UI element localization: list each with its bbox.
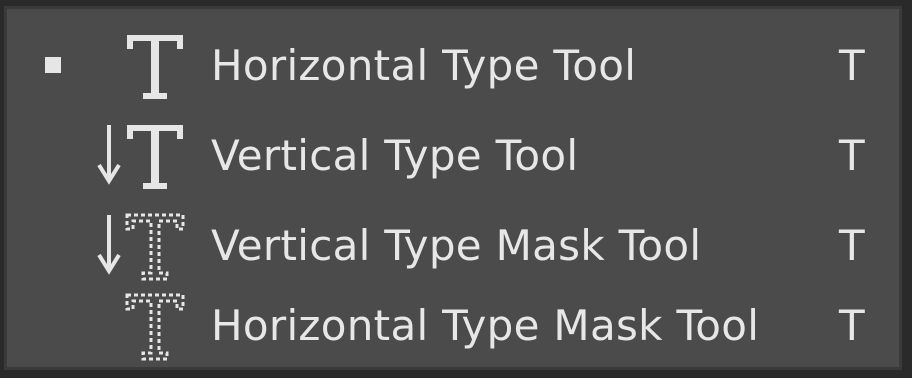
shortcut-key: T	[839, 41, 865, 90]
type-tool-flyout-menu: Horizontal Type Tool T Vertical Type Too…	[4, 6, 902, 370]
menu-item-label: Vertical Type Tool	[211, 131, 579, 180]
horizontal-type-mask-icon	[87, 289, 197, 363]
shortcut-key: T	[839, 301, 865, 350]
vertical-type-icon	[87, 119, 197, 193]
menu-item-label: Vertical Type Mask Tool	[211, 221, 702, 270]
shortcut-key: T	[839, 131, 865, 180]
shortcut-key: T	[839, 221, 865, 270]
menu-item-vertical-type-mask-tool[interactable]: Vertical Type Mask Tool T	[7, 201, 899, 291]
menu-item-label: Horizontal Type Mask Tool	[211, 301, 760, 350]
menu-item-vertical-type-tool[interactable]: Vertical Type Tool T	[7, 111, 899, 201]
menu-item-horizontal-type-mask-tool[interactable]: Horizontal Type Mask Tool T	[7, 281, 899, 371]
menu-item-label: Horizontal Type Tool	[211, 41, 637, 90]
vertical-type-mask-icon	[87, 209, 197, 283]
horizontal-type-icon	[87, 29, 197, 103]
menu-item-horizontal-type-tool[interactable]: Horizontal Type Tool T	[7, 21, 899, 111]
active-tool-indicator	[45, 57, 61, 73]
